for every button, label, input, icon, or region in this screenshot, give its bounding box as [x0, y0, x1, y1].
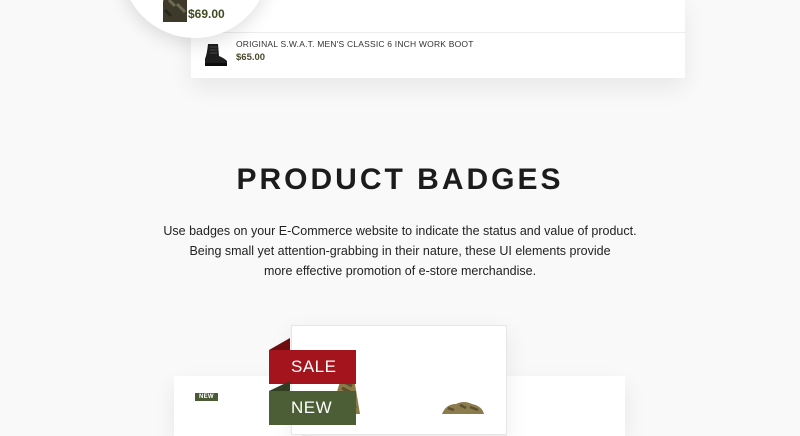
description-line: Being small yet attention-grabbing in th…	[189, 244, 611, 258]
product-title-link[interactable]: ORIGINAL S.W.A.T. MEN'S CLASSIC 6 INCH W…	[236, 39, 474, 49]
row-divider	[195, 32, 685, 33]
product-card[interactable]	[507, 376, 625, 436]
product-price: $65.00	[236, 52, 266, 63]
description-line: Use badges on your E-Commerce website to…	[163, 224, 637, 238]
ribbon-fold	[269, 381, 290, 391]
section-title: PRODUCT BADGES	[236, 163, 564, 196]
ribbon-fold	[269, 338, 290, 350]
description-line: more effective promotion of e-store merc…	[263, 264, 537, 278]
boot-thumbnail[interactable]	[200, 42, 230, 68]
new-badge: NEW	[269, 391, 356, 425]
zoom-price: $69.00	[188, 7, 225, 21]
new-badge-small: NEW	[195, 393, 218, 401]
section-description: Use badges on your E-Commerce website to…	[150, 221, 650, 281]
sale-badge: SALE	[269, 350, 356, 384]
camo-boot-image-secondary[interactable]	[440, 400, 486, 414]
